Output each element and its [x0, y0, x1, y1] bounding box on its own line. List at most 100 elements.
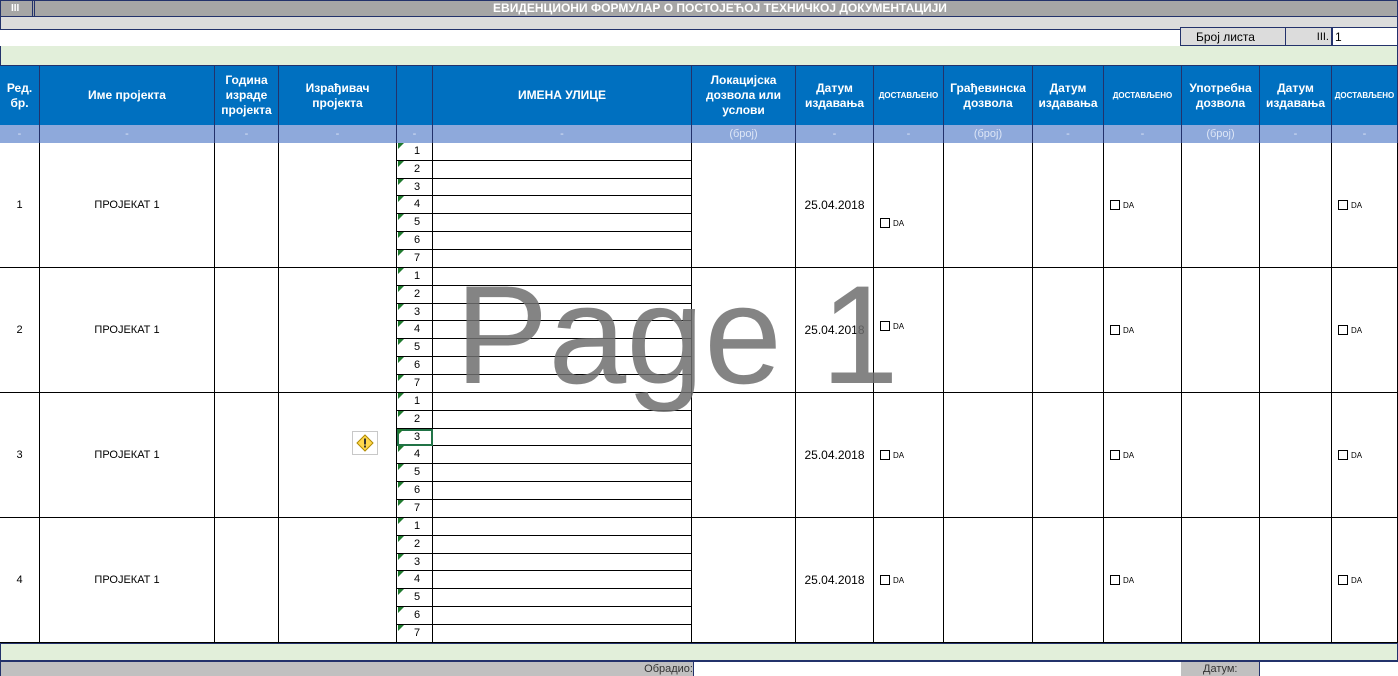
checkbox-icon[interactable] [880, 450, 890, 460]
delivered-checkbox[interactable]: DA [880, 450, 904, 460]
checkbox-icon[interactable] [1110, 575, 1120, 585]
street-name-cell[interactable] [433, 160, 692, 179]
street-name-cell[interactable] [433, 482, 692, 500]
delivered-cell[interactable]: DA [874, 393, 944, 518]
street-number-cell[interactable]: 2 [397, 285, 433, 304]
location-permit-cell[interactable] [692, 143, 796, 268]
street-number-cell[interactable]: 2 [397, 535, 433, 554]
street-number-cell[interactable]: 4 [397, 196, 433, 215]
street-number-cell[interactable]: 5 [397, 214, 433, 232]
project-name-cell[interactable]: ПРОЈЕКАТ 1 [40, 393, 215, 518]
street-name-cell[interactable] [433, 374, 692, 393]
checkbox-icon[interactable] [1110, 325, 1120, 335]
use-permit-cell[interactable] [1182, 143, 1260, 268]
delivered-cell[interactable]: DA [874, 518, 944, 643]
street-number-cell[interactable]: 3 [397, 178, 433, 197]
project-author-cell[interactable] [279, 143, 397, 268]
street-name-cell[interactable] [433, 589, 692, 607]
delivered-checkbox[interactable]: DA [880, 321, 904, 331]
street-number-cell[interactable]: 7 [397, 499, 433, 518]
checkbox-icon[interactable] [880, 575, 890, 585]
issue-date-cell[interactable] [1033, 143, 1104, 268]
building-permit-cell[interactable] [944, 268, 1033, 393]
project-year-cell[interactable] [215, 143, 279, 268]
street-number-cell[interactable]: 5 [397, 339, 433, 357]
checkbox-icon[interactable] [1338, 200, 1348, 210]
street-name-cell[interactable] [433, 393, 692, 411]
delivered-checkbox[interactable]: DA [880, 575, 904, 585]
street-name-cell[interactable] [433, 303, 692, 322]
street-name-cell[interactable] [433, 178, 692, 197]
checkbox-icon[interactable] [1338, 575, 1348, 585]
delivered-cell[interactable]: DA [1332, 268, 1398, 393]
building-permit-cell[interactable] [944, 143, 1033, 268]
street-number-cell[interactable]: 1 [397, 143, 433, 161]
issue-date-cell[interactable] [1033, 518, 1104, 643]
street-name-cell[interactable] [433, 268, 692, 286]
street-number-cell[interactable]: 7 [397, 374, 433, 393]
street-name-cell[interactable] [433, 232, 692, 250]
building-permit-cell[interactable] [944, 393, 1033, 518]
checkbox-icon[interactable] [1110, 450, 1120, 460]
street-name-cell[interactable] [433, 249, 692, 268]
project-name-cell[interactable]: ПРОЈЕКАТ 1 [40, 268, 215, 393]
delivered-checkbox[interactable]: DA [1110, 325, 1134, 335]
checkbox-icon[interactable] [1110, 200, 1120, 210]
street-name-cell[interactable] [433, 464, 692, 482]
checkbox-icon[interactable] [1338, 450, 1348, 460]
street-name-cell[interactable] [433, 196, 692, 215]
use-permit-cell[interactable] [1182, 393, 1260, 518]
delivered-checkbox[interactable]: DA [1338, 200, 1362, 210]
street-number-cell[interactable]: 7 [397, 624, 433, 643]
street-number-cell[interactable]: 6 [397, 482, 433, 500]
delivered-cell[interactable]: DA [1104, 518, 1182, 643]
street-number-cell[interactable]: 2 [397, 410, 433, 429]
street-number-cell[interactable]: 5 [397, 589, 433, 607]
project-author-cell[interactable] [279, 518, 397, 643]
street-number-cell[interactable]: 5 [397, 464, 433, 482]
row-number-cell[interactable]: 4 [0, 518, 40, 643]
street-name-cell[interactable] [433, 446, 692, 465]
location-permit-cell[interactable] [692, 393, 796, 518]
delivered-cell[interactable]: DA [1332, 143, 1398, 268]
delivered-cell[interactable]: DA [1104, 393, 1182, 518]
project-name-cell[interactable]: ПРОЈЕКАТ 1 [40, 143, 215, 268]
street-number-cell[interactable]: 1 [397, 518, 433, 536]
issue-date-cell[interactable] [1260, 143, 1332, 268]
street-number-cell[interactable]: 4 [397, 321, 433, 340]
delivered-checkbox[interactable]: DA [880, 218, 904, 228]
street-number-cell[interactable]: 3 [397, 553, 433, 572]
row-number-cell[interactable]: 2 [0, 268, 40, 393]
issue-date-cell[interactable] [1260, 268, 1332, 393]
delivered-checkbox[interactable]: DA [1110, 450, 1134, 460]
street-name-cell[interactable] [433, 428, 692, 447]
issue-date-cell[interactable]: 25.04.2018 [796, 393, 874, 518]
row-number-cell[interactable]: 1 [0, 143, 40, 268]
checkbox-icon[interactable] [1338, 325, 1348, 335]
footer-date-field[interactable] [1259, 662, 1398, 676]
delivered-checkbox[interactable]: DA [1338, 325, 1362, 335]
street-name-cell[interactable] [433, 321, 692, 340]
project-year-cell[interactable] [215, 268, 279, 393]
issue-date-cell[interactable]: 25.04.2018 [796, 143, 874, 268]
delivered-cell[interactable]: DA [1332, 518, 1398, 643]
checkbox-icon[interactable] [880, 321, 890, 331]
delivered-cell[interactable]: DA [1104, 143, 1182, 268]
street-number-cell[interactable]: 4 [397, 446, 433, 465]
issue-date-cell[interactable]: 25.04.2018 [796, 518, 874, 643]
project-year-cell[interactable] [215, 393, 279, 518]
street-name-cell[interactable] [433, 624, 692, 643]
issue-date-cell[interactable] [1260, 518, 1332, 643]
delivered-checkbox[interactable]: DA [1110, 575, 1134, 585]
issue-date-cell[interactable] [1033, 268, 1104, 393]
street-number-cell[interactable]: 6 [397, 357, 433, 375]
street-number-cell[interactable]: 2 [397, 160, 433, 179]
delivered-checkbox[interactable]: DA [1338, 575, 1362, 585]
street-name-cell[interactable] [433, 607, 692, 625]
street-name-cell[interactable] [433, 357, 692, 375]
location-permit-cell[interactable] [692, 268, 796, 393]
delivered-cell[interactable]: DA [874, 268, 944, 393]
street-number-cell[interactable]: 7 [397, 249, 433, 268]
street-name-cell[interactable] [433, 518, 692, 536]
delivered-cell[interactable]: DA [874, 143, 944, 268]
